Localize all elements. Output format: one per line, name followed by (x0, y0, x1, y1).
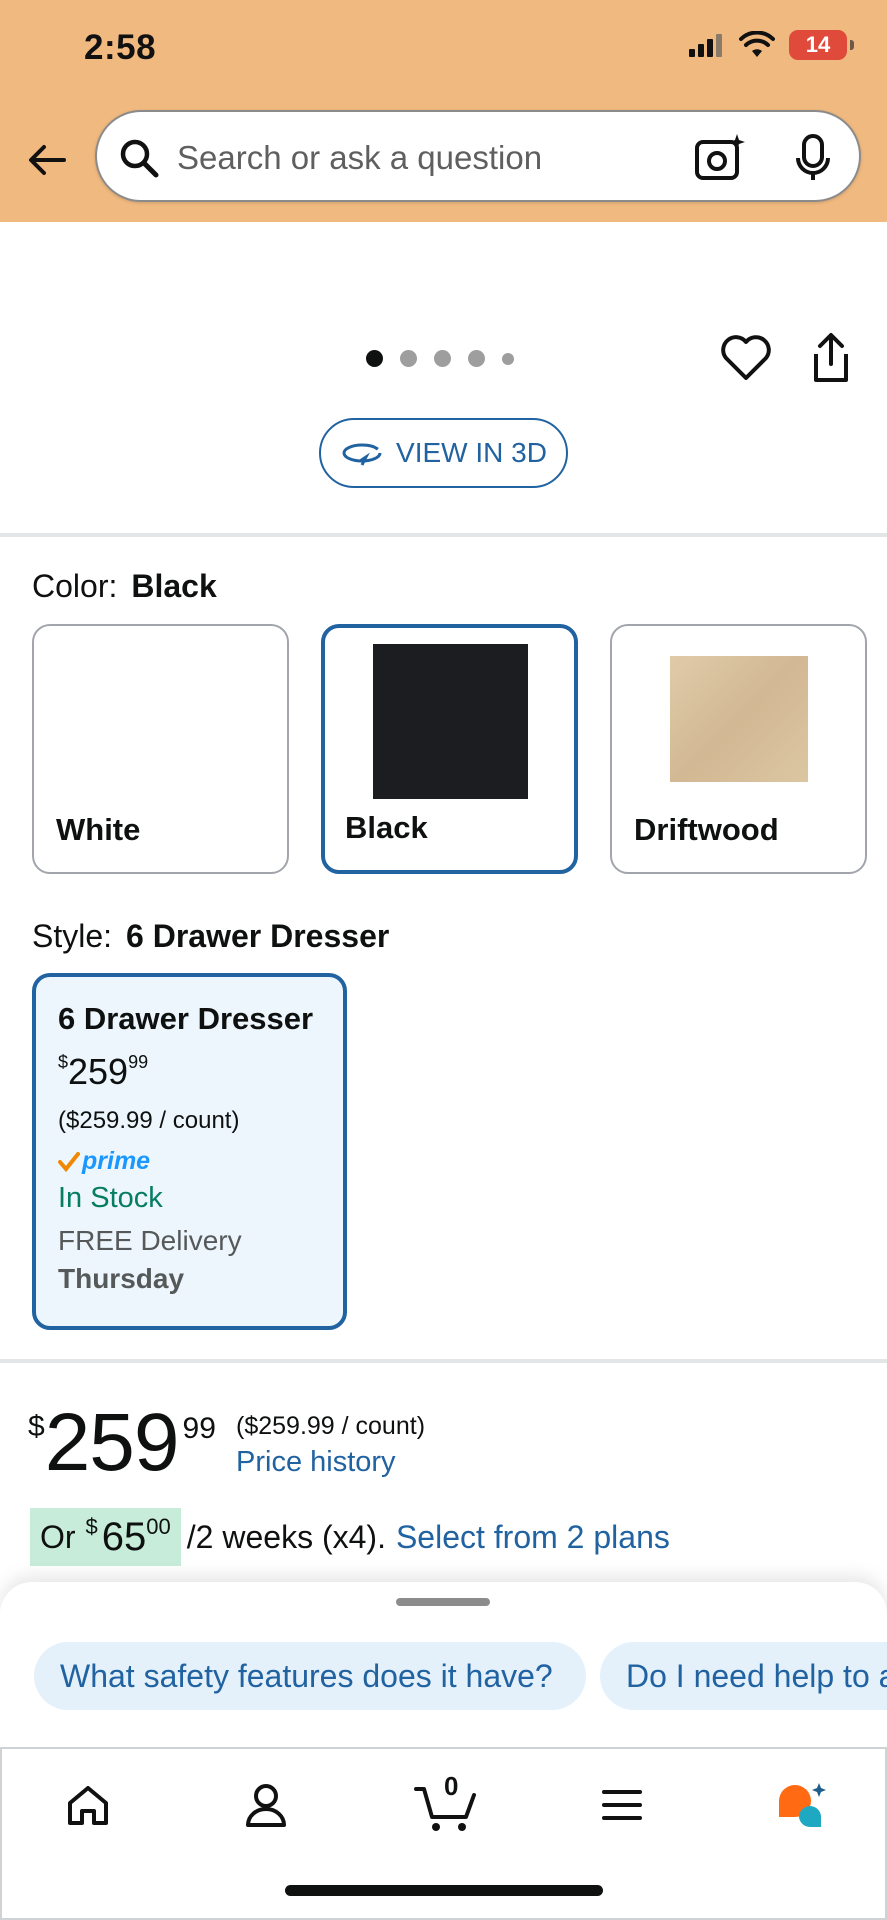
color-selected-value: Black (131, 568, 217, 604)
share-button[interactable] (806, 330, 856, 386)
price-whole: 259 (68, 1051, 129, 1092)
delivery-text: FREE Delivery (58, 1225, 242, 1256)
color-option-name: White (56, 812, 141, 847)
price-whole: 259 (44, 1397, 180, 1488)
color-option-name: Black (345, 810, 428, 845)
wishlist-button[interactable] (718, 330, 774, 386)
camera-button[interactable] (693, 132, 745, 184)
mic-icon (796, 134, 830, 180)
back-button[interactable] (22, 135, 72, 185)
tab-home[interactable] (58, 1775, 118, 1835)
price-symbol: $ (58, 1052, 69, 1072)
carousel-dot[interactable] (468, 350, 485, 367)
style-option-unit-price: ($259.99 / count) (58, 1107, 240, 1134)
cart-count: 0 (444, 1771, 459, 1801)
color-option-white[interactable]: White (32, 624, 289, 874)
black-swatch-image (373, 644, 528, 799)
sheet-grabber[interactable] (396, 1598, 490, 1606)
section-divider (0, 1359, 887, 1363)
installment-suffix: /2 weeks (x4). (186, 1518, 386, 1555)
installment-row: Or $ 65 00 /2 weeks (x4). Select from 2 … (30, 1508, 670, 1566)
share-icon (814, 333, 848, 382)
style-option-price: $ 259 99 (58, 1051, 321, 1093)
back-arrow-icon (29, 145, 66, 175)
heart-icon (721, 335, 771, 380)
style-option-6-drawer-dresser[interactable]: 6 Drawer Dresser $ 259 99 ($259.99 / cou… (32, 973, 347, 1330)
rufus-icon (779, 1783, 826, 1828)
tab-menu[interactable] (592, 1775, 652, 1835)
account-icon (246, 1784, 286, 1827)
color-label-row: Color: Black (32, 568, 217, 605)
main-price: $ 259 99 (28, 1402, 216, 1484)
battery-level: 14 (805, 32, 831, 57)
suggestion-chip[interactable]: Do I need help to a (600, 1642, 887, 1710)
installment-amount: 65 (101, 1514, 147, 1559)
installment-prefix: Or (40, 1518, 76, 1555)
tab-account[interactable] (236, 1775, 296, 1835)
installment-symbol: $ (85, 1514, 98, 1539)
camera-icon (695, 134, 745, 180)
rufus-suggestion-sheet: What safety features does it have? Do I … (0, 1582, 887, 1747)
search-icon (120, 139, 159, 178)
color-option-name: Driftwood (634, 812, 779, 847)
installment-fraction: 00 (146, 1514, 171, 1539)
mic-button[interactable] (787, 132, 839, 184)
search-input[interactable] (177, 130, 657, 186)
header-bar: 2:58 14 (0, 0, 887, 222)
carousel-dot[interactable] (400, 350, 417, 367)
carousel-dots[interactable] (366, 350, 514, 367)
prime-check-icon (58, 1151, 80, 1172)
carousel-dot[interactable] (502, 352, 514, 365)
carousel-dot[interactable] (366, 350, 383, 367)
style-label-row: Style: 6 Drawer Dresser (32, 918, 389, 955)
color-option-black[interactable]: Black (321, 624, 578, 874)
price-fraction: 99 (128, 1052, 149, 1072)
wifi-icon (739, 31, 775, 57)
home-icon (68, 1786, 108, 1825)
prime-badge: prime (58, 1147, 321, 1176)
carousel-dot[interactable] (434, 350, 451, 367)
tab-cart[interactable]: 0 (412, 1771, 482, 1835)
view-in-3d-button[interactable]: VIEW IN 3D (319, 418, 568, 488)
signal-icon (689, 34, 722, 57)
price-symbol: $ (28, 1410, 45, 1443)
delivery-day: Thursday (58, 1263, 185, 1294)
view-in-3d-label: VIEW IN 3D (396, 437, 547, 468)
style-label: Style: (32, 918, 113, 954)
home-indicator (285, 1885, 603, 1896)
select-plans-link[interactable]: Select from 2 plans (396, 1519, 670, 1556)
price-history-link[interactable]: Price history (236, 1446, 396, 1479)
color-label: Color: (32, 568, 118, 604)
suggestion-chip[interactable]: What safety features does it have? (34, 1642, 586, 1710)
rotate-3d-icon (342, 443, 382, 466)
menu-icon (602, 1790, 642, 1820)
style-selected-value: 6 Drawer Dresser (126, 918, 390, 954)
battery-icon: 14 (789, 30, 854, 60)
status-icons: 14 (689, 30, 854, 60)
section-divider (0, 533, 887, 537)
prime-label: prime (82, 1147, 151, 1175)
style-option-title: 6 Drawer Dresser (58, 1001, 314, 1036)
driftwood-swatch-image (670, 656, 808, 782)
price-fraction: 99 (182, 1412, 216, 1445)
stock-status: In Stock (58, 1182, 163, 1214)
unit-price: ($259.99 / count) (236, 1412, 426, 1440)
search-bar[interactable] (95, 110, 861, 202)
tab-rufus[interactable] (772, 1775, 832, 1835)
color-option-driftwood[interactable]: Driftwood (610, 624, 867, 874)
status-time: 2:58 (84, 28, 157, 67)
installment-highlight: Or $ 65 00 (30, 1508, 181, 1566)
